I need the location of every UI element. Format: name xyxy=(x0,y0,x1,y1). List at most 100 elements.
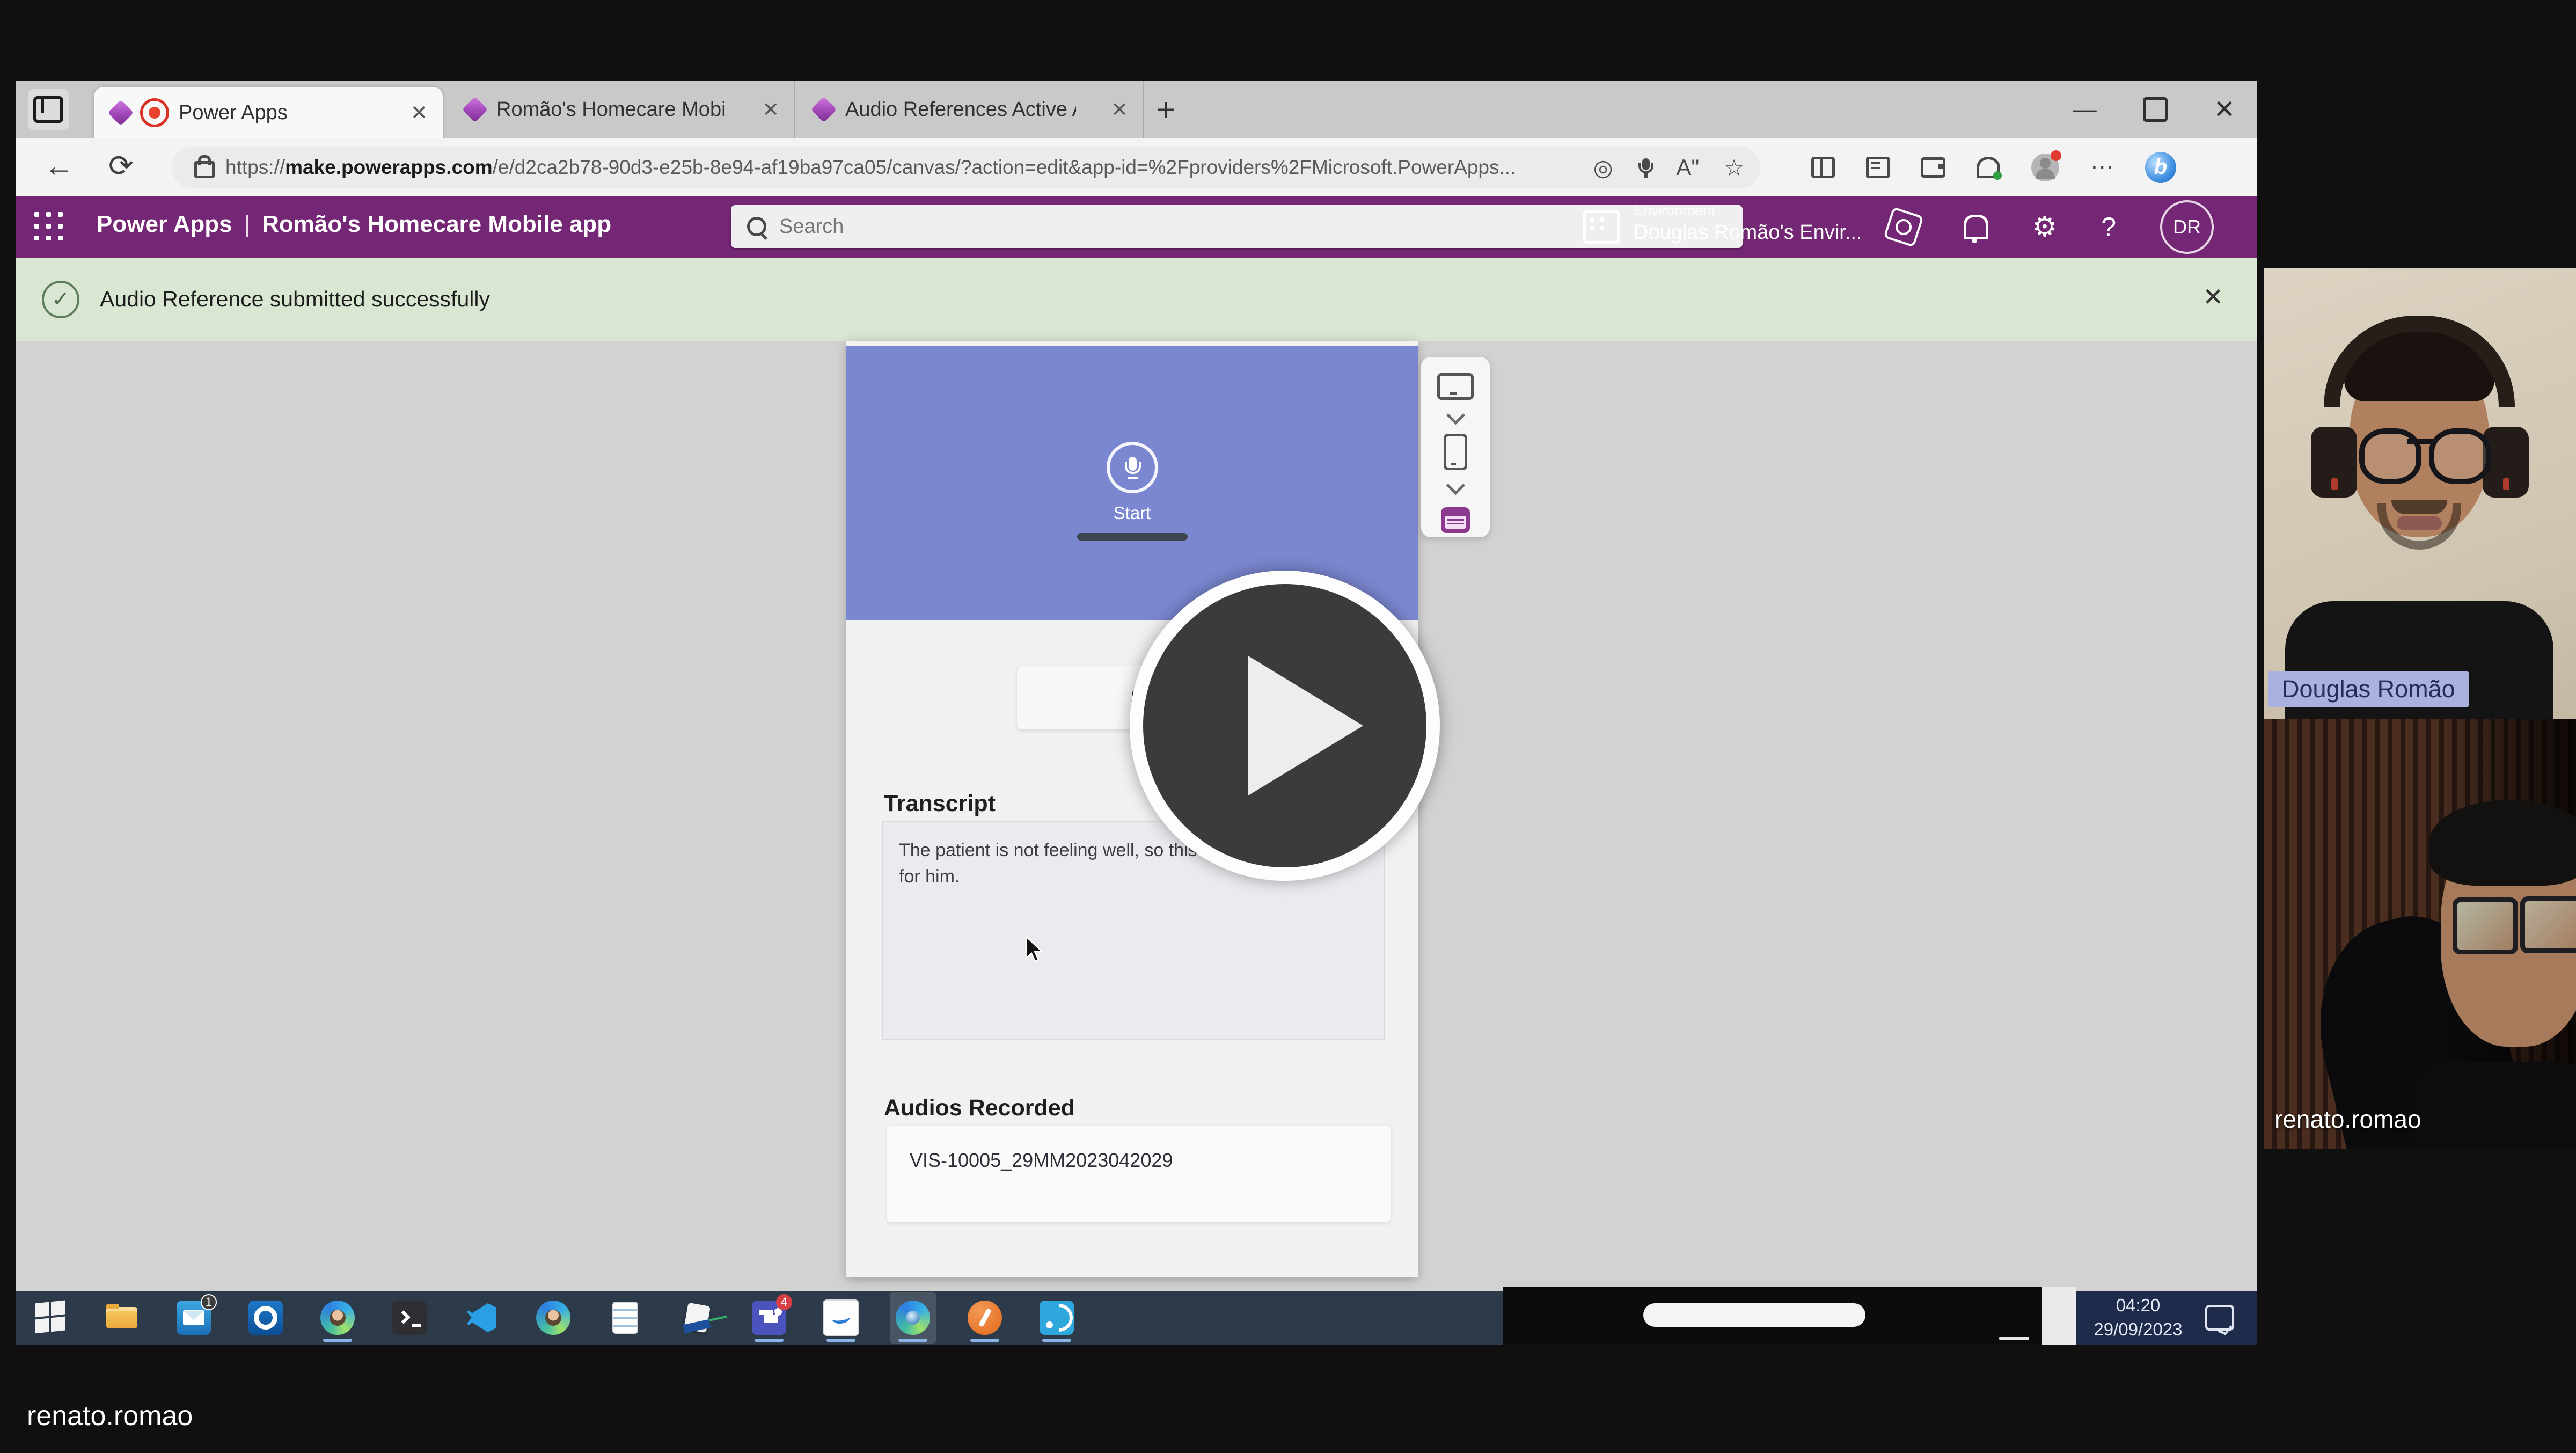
brand-name: Power Apps xyxy=(97,211,232,237)
taskbar-icon-outlook[interactable] xyxy=(243,1292,289,1344)
taskbar-icon-notepad[interactable] xyxy=(602,1292,648,1344)
window-edge xyxy=(2042,1287,2076,1345)
glasses-bridge xyxy=(2407,439,2433,444)
environment-picker[interactable]: Environment Douglas Romão's Envir... xyxy=(1583,202,1862,244)
edge-profile-2-icon xyxy=(536,1301,570,1335)
terminal-icon xyxy=(392,1301,427,1335)
taskbar-icon-mail[interactable]: 1 xyxy=(171,1292,217,1344)
voice-search-icon[interactable] xyxy=(1641,158,1651,177)
copilot-icon[interactable] xyxy=(1883,207,1924,247)
running-indicator xyxy=(755,1339,784,1342)
banner-close-icon[interactable]: ✕ xyxy=(2202,282,2223,311)
user-avatar[interactable]: DR xyxy=(2160,200,2214,254)
taskbar-icon-windows-start[interactable] xyxy=(27,1292,73,1344)
tab-homecare-app[interactable]: Romão's Homecare Mobile app ✕ xyxy=(448,81,795,138)
new-tab-button[interactable]: + xyxy=(1157,91,1175,128)
microphone-icon xyxy=(1126,457,1138,478)
app-switcher-icon[interactable] xyxy=(1441,507,1470,533)
taskbar-icon-edge[interactable] xyxy=(890,1292,936,1344)
more-menu-icon[interactable]: ⋯ xyxy=(2090,154,2114,181)
banner-message: Audio Reference submitted successfully xyxy=(100,287,490,312)
taskbar-icon-file-explorer[interactable] xyxy=(99,1292,145,1344)
minimize-button[interactable]: — xyxy=(2073,96,2097,123)
webcam-feed-douglas: Douglas Romão xyxy=(2264,268,2576,719)
video-controls-bar xyxy=(1503,1287,2042,1345)
whiteboard-icon xyxy=(823,1299,859,1336)
title-divider: | xyxy=(244,211,250,237)
tab-power-apps[interactable]: Power Apps ✕ xyxy=(94,87,443,138)
taskbar-icon-terminal[interactable] xyxy=(386,1292,433,1344)
file-explorer-icon xyxy=(105,1301,139,1335)
workspaces-icon xyxy=(33,96,63,123)
taskbar-icon-visual-studio[interactable] xyxy=(674,1292,720,1344)
favorite-star-icon[interactable]: ☆ xyxy=(1724,155,1744,181)
wallet-icon[interactable] xyxy=(1921,157,1945,178)
back-button[interactable]: ← xyxy=(44,148,74,183)
environment-label: Environment xyxy=(1634,202,1862,219)
current-app-name: Romão's Homecare Mobile app xyxy=(262,211,611,237)
webcam-feed-renato: renato.romao xyxy=(2264,719,2576,1149)
clock-time: 04:20 xyxy=(2076,1294,2200,1318)
chevron-down-icon[interactable] xyxy=(1446,406,1465,425)
browser-essentials-icon[interactable] xyxy=(1977,157,2000,178)
close-window-button[interactable]: ✕ xyxy=(2214,94,2235,125)
chevron-down-icon[interactable] xyxy=(1446,476,1465,495)
audios-recorded-heading: Audios Recorded xyxy=(884,1095,1075,1121)
mouse-cursor xyxy=(1025,936,1046,965)
help-icon[interactable]: ? xyxy=(2101,211,2116,243)
edge-profile-icon xyxy=(320,1301,355,1335)
taskbar-icon-orange-app[interactable] xyxy=(962,1292,1008,1344)
record-button[interactable] xyxy=(1107,442,1158,493)
taskbar-icon-vs-code[interactable] xyxy=(458,1292,504,1344)
notifications-icon[interactable] xyxy=(1964,215,1988,239)
audios-recorded-list: VIS-10005_29MM2023042029 xyxy=(887,1126,1391,1222)
tab-title: Power Apps xyxy=(179,101,288,125)
power-apps-header: Power Apps | Romão's Homecare Mobile app E… xyxy=(16,196,2257,258)
address-bar[interactable]: https://make.powerapps.com/e/d2ca2b78-90… xyxy=(172,147,1760,188)
windows-start-icon xyxy=(33,1301,67,1335)
environment-name: Douglas Romão's Envir... xyxy=(1634,221,1862,244)
read-aloud-icon[interactable]: Aʺ xyxy=(1676,155,1699,180)
taskbar-clock-area[interactable]: 04:20 29/09/2023 xyxy=(2076,1291,2257,1345)
transcript-heading: Transcript xyxy=(884,791,996,817)
tab-close-icon[interactable]: ✕ xyxy=(411,101,443,125)
video-play-button[interactable] xyxy=(1130,571,1440,881)
video-progress-tick xyxy=(1999,1337,2029,1340)
tab-title: Romão's Homecare Mobile app xyxy=(496,98,727,121)
search-input[interactable] xyxy=(778,215,1590,239)
video-scrubber-handle[interactable] xyxy=(1643,1303,1865,1327)
taskbar-icon-whiteboard[interactable] xyxy=(818,1292,864,1344)
phone-preview-icon[interactable] xyxy=(1444,434,1467,470)
split-screen-icon[interactable] xyxy=(1811,157,1835,178)
tab-close-icon[interactable]: ✕ xyxy=(762,98,794,122)
tab-workspaces-button[interactable] xyxy=(28,89,69,130)
tab-audio-references[interactable]: Audio References Active Audio R ✕ xyxy=(797,81,1144,138)
running-indicator xyxy=(826,1339,855,1342)
taskbar-icon-teams[interactable]: 4 xyxy=(746,1292,792,1344)
visual-search-icon[interactable]: ◎ xyxy=(1593,155,1613,181)
url-text: https://make.powerapps.com/e/d2ca2b78-90… xyxy=(225,156,1569,179)
profile-avatar[interactable] xyxy=(2031,154,2059,181)
favorites-bar-icon[interactable] xyxy=(1866,157,1890,178)
taskbar-icon-edge-profile[interactable] xyxy=(314,1292,361,1344)
record-start-label: Start xyxy=(1114,503,1151,523)
bing-copilot-icon[interactable]: b xyxy=(2145,152,2176,183)
tab-close-icon[interactable]: ✕ xyxy=(1111,98,1143,122)
vs-code-icon xyxy=(464,1301,499,1335)
notification-badge: 4 xyxy=(776,1294,792,1310)
profile-alert-dot xyxy=(2051,150,2061,161)
record-progress-bar xyxy=(1077,533,1188,541)
taskbar-icon-edge-profile-2[interactable] xyxy=(530,1292,576,1344)
clock-date: 29/09/2023 xyxy=(2076,1318,2200,1342)
running-indicator xyxy=(970,1339,999,1342)
notification-center-icon[interactable] xyxy=(2205,1305,2234,1331)
maximize-button[interactable] xyxy=(2143,97,2168,122)
settings-gear-icon[interactable]: ⚙ xyxy=(2032,211,2058,243)
taskbar-icon-cast-app[interactable] xyxy=(1034,1292,1080,1344)
audio-list-item[interactable]: VIS-10005_29MM2023042029 xyxy=(910,1149,1173,1172)
video-frame: Power Apps ✕ Romão's Homecare Mobile app… xyxy=(0,0,2576,1453)
waffle-menu-icon[interactable] xyxy=(34,212,64,242)
recording-watermark: renato.romao xyxy=(27,1400,193,1432)
desktop-preview-icon[interactable] xyxy=(1437,373,1474,400)
reload-button[interactable]: ⟳ xyxy=(108,148,134,184)
